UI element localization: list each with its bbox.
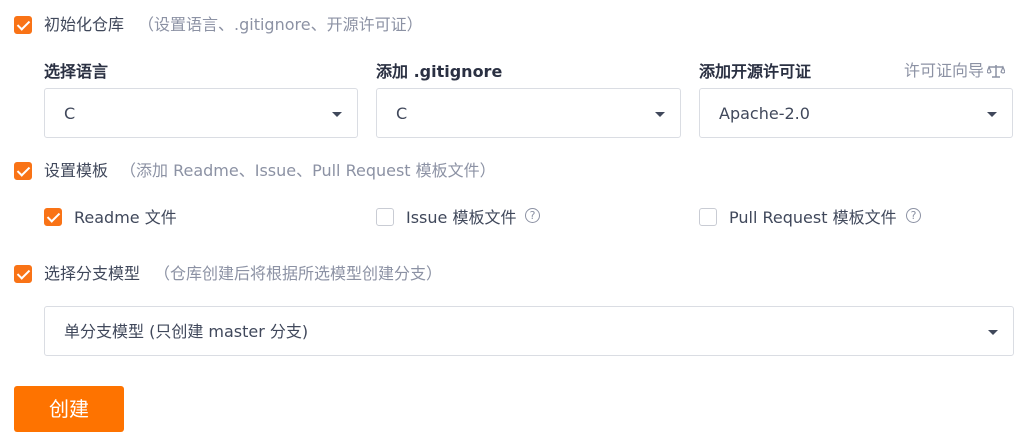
branch-model-label: 选择分支模型	[44, 264, 141, 283]
template-checkbox[interactable]	[14, 162, 32, 180]
issue-template-checkbox[interactable]	[376, 208, 394, 226]
caret-down-icon	[988, 330, 998, 335]
license-value: Apache-2.0	[719, 104, 810, 123]
caret-down-icon	[332, 112, 342, 117]
question-circle-icon[interactable]: ?	[906, 208, 921, 223]
gitignore-label: 添加 .gitignore	[376, 62, 503, 81]
init-repo-hint: （设置语言、.gitignore、开源许可证）	[138, 15, 423, 34]
branch-model-checkbox[interactable]	[14, 265, 32, 283]
template-label: 设置模板	[44, 161, 109, 180]
pr-template-label: Pull Request 模板文件	[729, 208, 897, 227]
language-select[interactable]: C	[44, 88, 358, 138]
caret-down-icon	[987, 112, 997, 117]
gitignore-select[interactable]: C	[376, 88, 681, 138]
license-guide-link[interactable]: 许可证向导	[904, 61, 1006, 81]
pr-template-checkbox[interactable]	[699, 208, 717, 226]
language-value: C	[64, 104, 76, 123]
branch-model-value: 单分支模型 (只创建 master 分支)	[64, 322, 309, 341]
branch-model-select[interactable]: 单分支模型 (只创建 master 分支)	[44, 306, 1014, 356]
create-button[interactable]: 创建	[14, 386, 124, 432]
readme-checkbox[interactable]	[44, 208, 62, 226]
gitignore-value: C	[396, 104, 408, 123]
init-repo-checkbox[interactable]	[14, 16, 32, 34]
caret-down-icon	[655, 112, 665, 117]
scale-icon	[987, 65, 1006, 78]
language-label: 选择语言	[44, 62, 109, 81]
license-guide-label: 许可证向导	[904, 61, 985, 80]
readme-label: Readme 文件	[74, 208, 177, 227]
init-repo-label: 初始化仓库	[44, 15, 125, 34]
question-circle-icon[interactable]: ?	[525, 208, 540, 223]
template-hint: （添加 Readme、Issue、Pull Request 模板文件）	[120, 161, 496, 180]
branch-model-hint: （仓库创建后将根据所选模型创建分支）	[154, 264, 443, 283]
license-select[interactable]: Apache-2.0	[699, 88, 1013, 138]
issue-template-label: Issue 模板文件	[406, 208, 517, 227]
license-label: 添加开源许可证	[699, 62, 812, 81]
